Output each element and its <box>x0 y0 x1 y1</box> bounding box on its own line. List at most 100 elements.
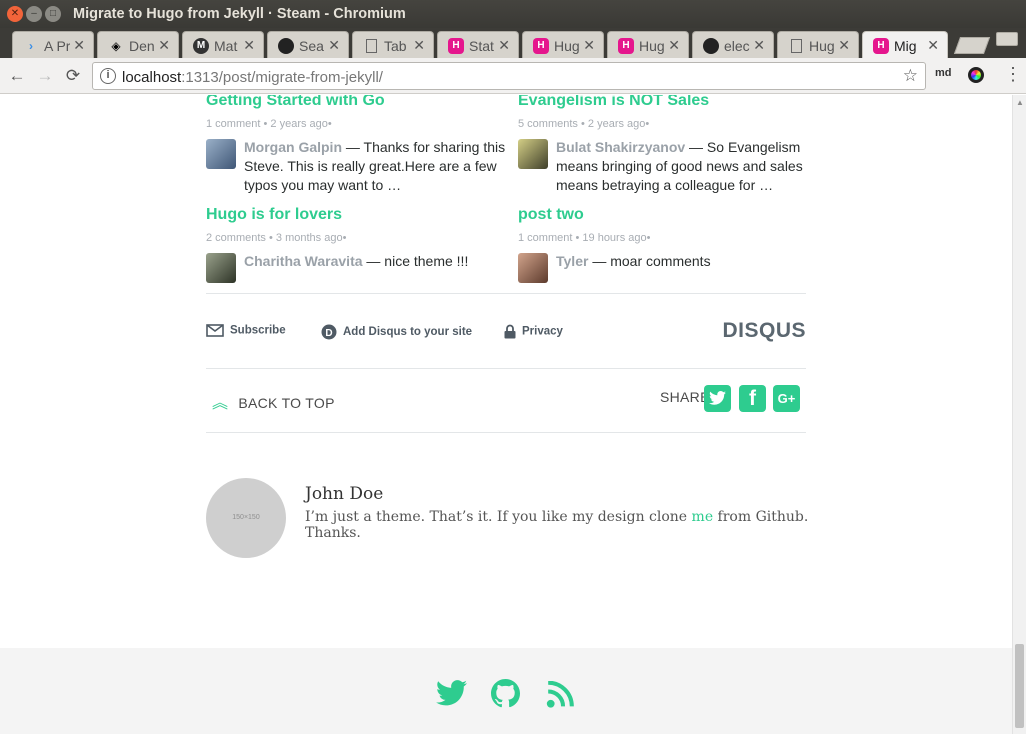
privacy-link[interactable]: Privacy <box>504 324 563 339</box>
recommended-post: Evangelism is NOT Sales 5 comments • 2 y… <box>518 95 810 195</box>
url-text[interactable]: localhost:1313/post/migrate-from-jekyll/ <box>122 69 383 86</box>
meta-separator: • <box>575 232 580 244</box>
tab-close-icon[interactable]: ✕ <box>158 37 170 54</box>
comment-text[interactable]: Bulat Shakirzyanov — So Evangelism means… <box>556 138 810 195</box>
top-comment: Morgan Galpin — Thanks for sharing this … <box>206 138 506 195</box>
share-google-plus-button[interactable]: G+ <box>773 385 800 412</box>
comment-author[interactable]: Tyler <box>556 253 588 269</box>
browser-menu-icon[interactable]: ⋮ <box>1004 64 1022 85</box>
subscribe-label: Subscribe <box>230 324 286 337</box>
comment-count[interactable]: 1 comment <box>206 118 260 130</box>
twitter-icon[interactable] <box>436 680 467 706</box>
disqus-logo[interactable]: DISQUS <box>722 319 806 343</box>
comment-count[interactable]: 1 comment <box>518 232 572 244</box>
comment-author[interactable]: Bulat Shakirzyanov <box>556 139 685 155</box>
commenter-avatar[interactable] <box>206 253 236 283</box>
site-info-icon[interactable]: i <box>100 68 116 84</box>
back-to-top-link[interactable]: ︽ BACK TO TOP <box>212 389 335 413</box>
scrollbar-thumb[interactable] <box>1015 644 1024 728</box>
meta-separator: • <box>327 118 332 130</box>
comment-text[interactable]: Morgan Galpin — Thanks for sharing this … <box>244 138 506 195</box>
share-facebook-button[interactable]: f <box>739 385 766 412</box>
disqus-d-icon: D <box>321 324 337 340</box>
recommended-post-title[interactable]: Evangelism is NOT Sales <box>518 95 810 110</box>
tab-close-icon[interactable]: ✕ <box>838 37 850 54</box>
comment-text[interactable]: Tyler — moar comments <box>556 252 810 271</box>
colorpicker-extension-icon[interactable] <box>968 67 984 83</box>
new-tab-button[interactable] <box>953 37 991 54</box>
tab-label: Tab <box>384 38 407 54</box>
profile-button[interactable] <box>996 32 1018 46</box>
commenter-avatar[interactable] <box>206 139 236 169</box>
tab-close-icon[interactable]: ✕ <box>583 37 595 54</box>
scroll-up-arrow-icon[interactable]: ▲ <box>1016 98 1024 107</box>
post-age: 19 hours ago <box>582 232 647 244</box>
back-button[interactable]: ← <box>6 65 28 87</box>
author-bio-link[interactable]: me <box>692 509 714 525</box>
tab-close-icon[interactable]: ✕ <box>668 37 680 54</box>
subscribe-link[interactable]: Subscribe <box>206 324 286 337</box>
comment-count[interactable]: 5 comments <box>518 118 578 130</box>
meta-separator: • <box>268 232 273 244</box>
tab-close-icon[interactable]: ✕ <box>328 37 340 54</box>
url-host: localhost <box>122 69 182 86</box>
add-disqus-link[interactable]: D Add Disqus to your site <box>321 324 472 340</box>
double-chevron-up-icon: ︽ <box>212 395 229 412</box>
browser-tab-active[interactable]: H Mig ✕ <box>862 31 948 58</box>
tab-close-icon[interactable]: ✕ <box>413 37 425 54</box>
window-titlebar: ✕ – □ Migrate to Hugo from Jekyll · Stea… <box>0 0 1026 28</box>
bookmark-star-icon[interactable]: ☆ <box>903 66 918 86</box>
address-bar[interactable]: i localhost:1313/post/migrate-from-jekyl… <box>92 62 926 90</box>
comment-count[interactable]: 2 comments <box>206 232 266 244</box>
tab-close-icon[interactable]: ✕ <box>927 37 939 54</box>
commenter-avatar[interactable] <box>518 253 548 283</box>
commenter-avatar[interactable] <box>518 139 548 169</box>
markdown-extension-button[interactable]: md <box>935 67 952 79</box>
browser-tab[interactable]: H Hug ✕ <box>607 31 689 58</box>
browser-tab[interactable]: ◈ Den ✕ <box>97 31 179 58</box>
post-meta: 1 comment • 2 years ago• <box>206 118 506 130</box>
page-icon <box>791 39 802 53</box>
twitter-icon <box>709 391 726 405</box>
meta-separator: • <box>342 232 347 244</box>
browser-tab[interactable]: Tab ✕ <box>352 31 434 58</box>
tab-label: Hug <box>809 38 835 54</box>
author-avatar: 150×150 <box>206 478 286 558</box>
browser-tab[interactable]: H Stat ✕ <box>437 31 519 58</box>
browser-tab[interactable]: › A Pr ✕ <box>12 31 94 58</box>
browser-tab[interactable]: Hug ✕ <box>777 31 859 58</box>
comment-author[interactable]: Morgan Galpin <box>244 139 342 155</box>
comment-text[interactable]: Charitha Waravita — nice theme !!! <box>244 252 506 271</box>
comment-author[interactable]: Charitha Waravita <box>244 253 363 269</box>
browser-tab[interactable]: elec ✕ <box>692 31 774 58</box>
rss-icon[interactable] <box>546 681 574 708</box>
browser-tab[interactable]: Sea ✕ <box>267 31 349 58</box>
author-bio: I’m just a theme. That’s it. If you like… <box>305 509 810 541</box>
window-maximize-button[interactable]: □ <box>45 6 61 22</box>
reload-button[interactable]: ⟳ <box>62 65 84 87</box>
window-minimize-button[interactable]: – <box>26 6 42 22</box>
recommended-post-title[interactable]: post two <box>518 206 810 224</box>
browser-tab[interactable]: H Hug ✕ <box>522 31 604 58</box>
github-icon[interactable] <box>490 679 521 708</box>
hugo-icon: H <box>448 38 464 54</box>
page-scrollbar[interactable]: ▲ <box>1012 95 1026 734</box>
tab-label: Hug <box>554 38 580 54</box>
forward-button[interactable]: → <box>34 65 56 87</box>
recommended-post-title[interactable]: Getting Started with Go <box>206 95 506 110</box>
recommended-post-title[interactable]: Hugo is for lovers <box>206 206 506 224</box>
recommended-post: Getting Started with Go 1 comment • 2 ye… <box>206 95 506 195</box>
tab-close-icon[interactable]: ✕ <box>498 37 510 54</box>
author-name: John Doe <box>305 484 384 504</box>
privacy-label: Privacy <box>522 325 563 338</box>
url-path: :1313/post/migrate-from-jekyll/ <box>181 69 383 86</box>
browser-tab[interactable]: M Mat ✕ <box>182 31 264 58</box>
share-twitter-button[interactable] <box>704 385 731 412</box>
post-meta: 2 comments • 3 months ago• <box>206 232 506 244</box>
tab-close-icon[interactable]: ✕ <box>73 37 85 54</box>
meta-separator: • <box>645 118 650 130</box>
window-close-button[interactable]: ✕ <box>7 6 23 22</box>
tab-close-icon[interactable]: ✕ <box>243 37 255 54</box>
tab-close-icon[interactable]: ✕ <box>753 37 765 54</box>
github-icon <box>703 38 719 54</box>
